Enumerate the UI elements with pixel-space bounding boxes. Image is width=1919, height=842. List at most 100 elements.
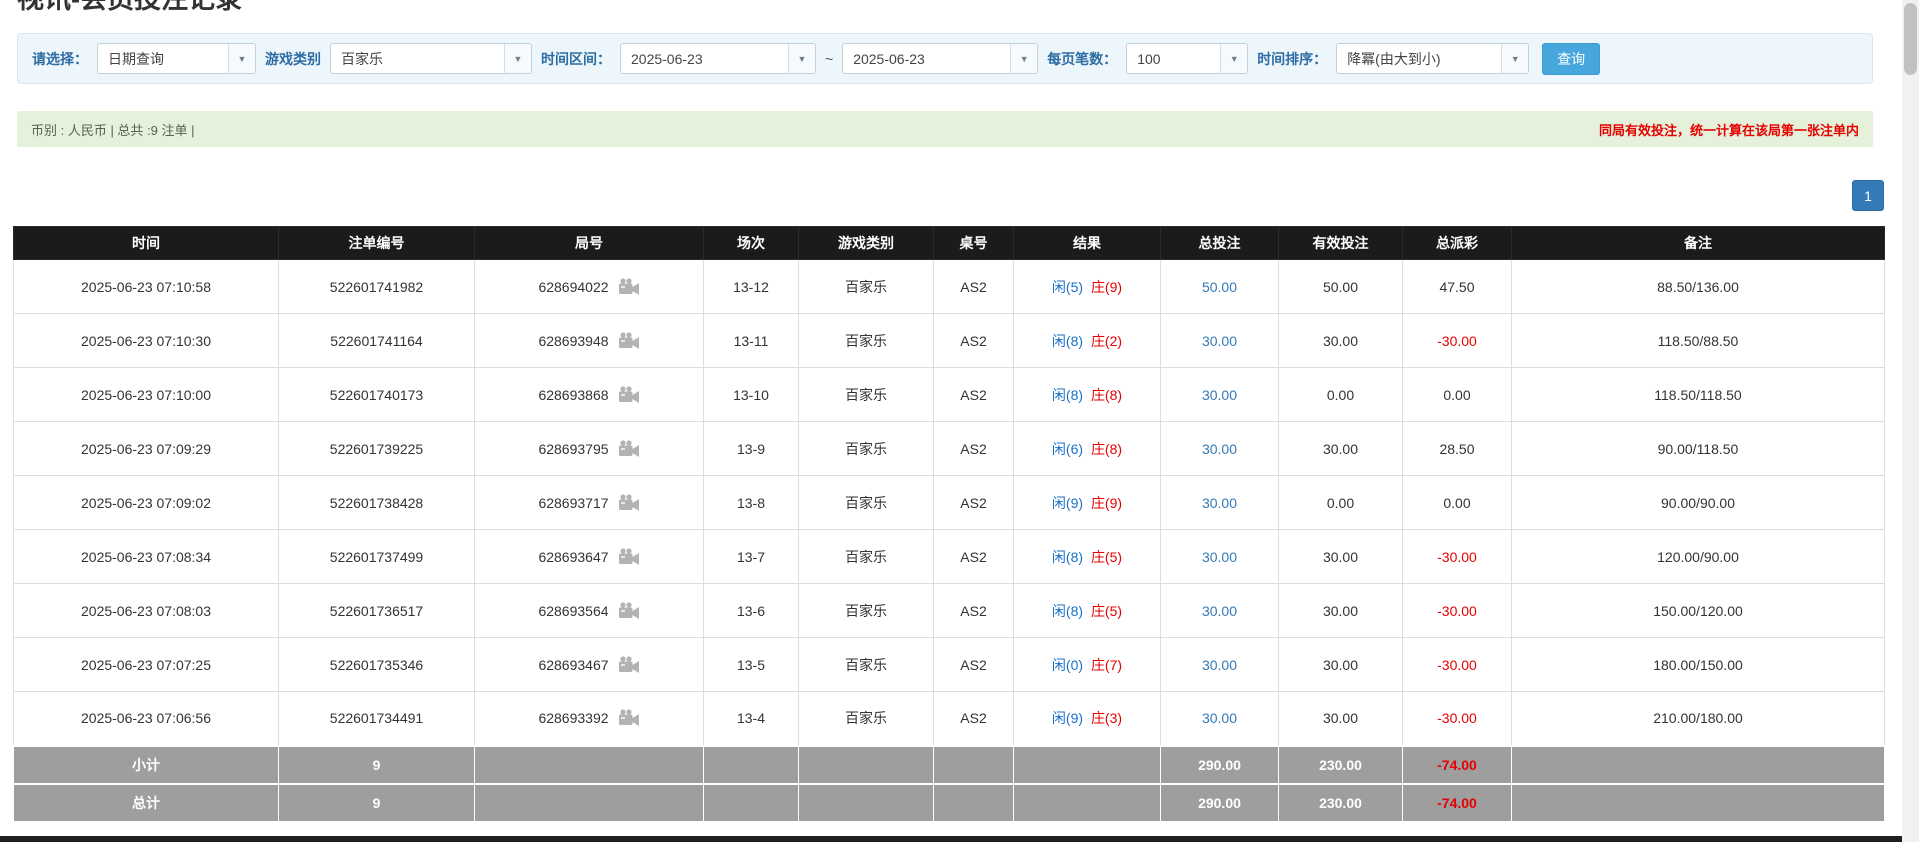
- chevron-down-icon: ▼: [1010, 44, 1037, 73]
- query-type-select[interactable]: 日期查询 ▼: [97, 43, 256, 74]
- cell-table-no: AS2: [934, 476, 1014, 530]
- col-header-note: 备注: [1512, 227, 1885, 260]
- total-bet-link[interactable]: 50.00: [1202, 279, 1237, 295]
- cell-bet-id: 522601735346: [279, 638, 475, 692]
- table-row: 2025-06-23 07:09:02 522601738428 6286937…: [14, 476, 1885, 530]
- total-bet-link[interactable]: 30.00: [1202, 441, 1237, 457]
- cell-game-type: 百家乐: [799, 368, 934, 422]
- cell-valid-bet: 30.00: [1279, 422, 1403, 476]
- video-replay-icon[interactable]: [618, 440, 640, 458]
- total-empty: [475, 784, 704, 822]
- chevron-down-icon: ▼: [1220, 44, 1247, 73]
- cell-total-bet: 30.00: [1161, 476, 1279, 530]
- cell-session: 13-6: [704, 584, 799, 638]
- round-id-text: 628693717: [538, 495, 608, 511]
- result-player: 闲(6): [1052, 441, 1083, 457]
- date-to-select[interactable]: 2025-06-23 ▼: [842, 43, 1038, 74]
- cell-time: 2025-06-23 07:07:25: [14, 638, 279, 692]
- video-replay-icon[interactable]: [618, 548, 640, 566]
- total-bet-link[interactable]: 30.00: [1202, 603, 1237, 619]
- cell-total-bet: 30.00: [1161, 638, 1279, 692]
- video-replay-icon[interactable]: [618, 494, 640, 512]
- page: 视讯-会员投注记录 请选择： 日期查询 ▼ 游戏类别 百家乐 ▼ 时间区间： 2…: [0, 0, 1919, 842]
- video-replay-icon[interactable]: [618, 656, 640, 674]
- cell-table-no: AS2: [934, 692, 1014, 746]
- cell-round-id: 628693647: [475, 530, 704, 584]
- chevron-down-icon: ▼: [788, 44, 815, 73]
- subtotal-valid-bet: 230.00: [1279, 746, 1403, 784]
- video-replay-icon[interactable]: [618, 602, 640, 620]
- round-id-text: 628693647: [538, 549, 608, 565]
- round-id-text: 628693795: [538, 441, 608, 457]
- total-bet-link[interactable]: 30.00: [1202, 387, 1237, 403]
- round-id-text: 628693392: [538, 710, 608, 726]
- total-bet-link[interactable]: 30.00: [1202, 495, 1237, 511]
- col-header-result: 结果: [1014, 227, 1161, 260]
- cell-note: 180.00/150.00: [1512, 638, 1885, 692]
- game-type-label: 游戏类别: [265, 49, 321, 69]
- col-header-table-no: 桌号: [934, 227, 1014, 260]
- game-type-value: 百家乐: [331, 49, 504, 69]
- bottom-divider: [0, 836, 1902, 842]
- cell-round-id: 628693795: [475, 422, 704, 476]
- summary-bar: 币别 : 人民币 | 总共 :9 注单 | 同局有效投注，统一计算在该局第一张注…: [17, 111, 1873, 147]
- cell-session: 13-12: [704, 260, 799, 314]
- cell-note: 210.00/180.00: [1512, 692, 1885, 746]
- cell-bet-id: 522601741164: [279, 314, 475, 368]
- cell-session: 13-7: [704, 530, 799, 584]
- video-replay-icon[interactable]: [618, 386, 640, 404]
- total-bet-link[interactable]: 30.00: [1202, 657, 1237, 673]
- video-replay-icon[interactable]: [618, 709, 640, 727]
- cell-time: 2025-06-23 07:10:30: [14, 314, 279, 368]
- cell-round-id: 628693717: [475, 476, 704, 530]
- vertical-scrollbar[interactable]: [1902, 0, 1919, 842]
- subtotal-row: 小计 9 290.00 230.00 -74.00: [14, 746, 1885, 784]
- query-type-label: 请选择：: [32, 49, 88, 69]
- cell-time: 2025-06-23 07:10:00: [14, 368, 279, 422]
- result-banker: 庄(8): [1091, 441, 1122, 457]
- subtotal-empty: [475, 746, 704, 784]
- cell-time: 2025-06-23 07:09:02: [14, 476, 279, 530]
- cell-total-bet: 30.00: [1161, 422, 1279, 476]
- video-replay-icon[interactable]: [618, 278, 640, 296]
- content: 视讯-会员投注记录 请选择： 日期查询 ▼ 游戏类别 百家乐 ▼ 时间区间： 2…: [13, 0, 1884, 822]
- total-bet-link[interactable]: 30.00: [1202, 549, 1237, 565]
- cell-payout: -30.00: [1403, 530, 1512, 584]
- round-id-text: 628693868: [538, 387, 608, 403]
- scrollbar-thumb[interactable]: [1904, 3, 1917, 75]
- table-header-row: 时间 注单编号 局号 场次 游戏类别 桌号 结果 总投注 有效投注 总派彩 备注: [14, 227, 1885, 260]
- total-bet-link[interactable]: 30.00: [1202, 333, 1237, 349]
- cell-time: 2025-06-23 07:10:58: [14, 260, 279, 314]
- date-to-value: 2025-06-23: [843, 51, 1010, 67]
- col-header-bet-id: 注单编号: [279, 227, 475, 260]
- cell-time: 2025-06-23 07:09:29: [14, 422, 279, 476]
- result-player: 闲(8): [1052, 387, 1083, 403]
- game-type-select[interactable]: 百家乐 ▼: [330, 43, 532, 74]
- cell-bet-id: 522601741982: [279, 260, 475, 314]
- date-from-select[interactable]: 2025-06-23 ▼: [620, 43, 816, 74]
- cell-table-no: AS2: [934, 260, 1014, 314]
- cell-bet-id: 522601734491: [279, 692, 475, 746]
- page-button-1[interactable]: 1: [1852, 180, 1884, 211]
- video-replay-icon[interactable]: [618, 332, 640, 350]
- col-header-payout: 总派彩: [1403, 227, 1512, 260]
- cell-total-bet: 30.00: [1161, 314, 1279, 368]
- search-button[interactable]: 查询: [1542, 43, 1600, 75]
- cell-time: 2025-06-23 07:08:34: [14, 530, 279, 584]
- total-empty: [1014, 784, 1161, 822]
- date-from-value: 2025-06-23: [621, 51, 788, 67]
- round-id-text: 628693948: [538, 333, 608, 349]
- page-size-select[interactable]: 100 ▼: [1126, 43, 1248, 74]
- total-bet-link[interactable]: 30.00: [1202, 710, 1237, 726]
- cell-valid-bet: 30.00: [1279, 530, 1403, 584]
- cell-total-bet: 30.00: [1161, 530, 1279, 584]
- cell-game-type: 百家乐: [799, 530, 934, 584]
- sort-order-select[interactable]: 降冪(由大到小) ▼: [1336, 43, 1529, 74]
- cell-result: 闲(9) 庄(9): [1014, 476, 1161, 530]
- chevron-down-icon: ▼: [228, 44, 255, 73]
- round-id-text: 628694022: [538, 279, 608, 295]
- valid-bet-notice-text: 同局有效投注，统一计算在该局第一张注单内: [1599, 120, 1859, 139]
- cell-bet-id: 522601737499: [279, 530, 475, 584]
- cell-total-bet: 30.00: [1161, 692, 1279, 746]
- cell-total-bet: 50.00: [1161, 260, 1279, 314]
